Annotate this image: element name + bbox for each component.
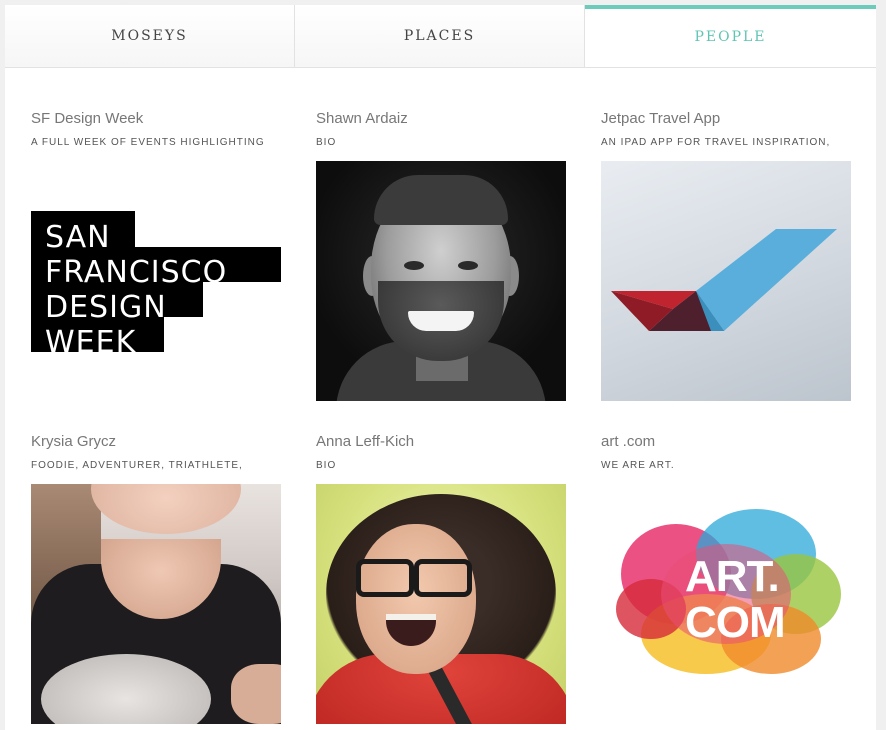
portrait-photo xyxy=(316,484,566,724)
card-subtitle: WE ARE ART. xyxy=(601,460,675,471)
card-title: art .com xyxy=(601,433,656,450)
card-subtitle: BIO xyxy=(316,460,337,471)
app-frame: MOSEYS PLACES PEOPLE SF Design Week A FU… xyxy=(5,5,876,730)
tab-moseys[interactable]: MOSEYS xyxy=(5,5,295,67)
card-title: Anna Leff-Kich xyxy=(316,433,415,450)
card-title: SF Design Week xyxy=(31,110,144,127)
artcom-logo: ART. COM xyxy=(601,484,851,724)
card-shawn-ardaiz[interactable]: Shawn Ardaiz BIO xyxy=(316,109,566,401)
tab-people[interactable]: PEOPLE xyxy=(585,5,876,67)
tab-places[interactable]: PLACES xyxy=(295,5,585,67)
card-title: Krysia Grycz xyxy=(31,433,117,450)
card-anna-leff-kich[interactable]: Anna Leff-Kich BIO xyxy=(316,432,566,724)
tab-bar: MOSEYS PLACES PEOPLE xyxy=(5,5,876,68)
jetpac-logo xyxy=(601,161,851,401)
card-subtitle: A FULL WEEK OF EVENTS HIGHLIGHTING xyxy=(31,137,265,148)
card-subtitle: BIO xyxy=(316,137,337,148)
portrait-photo xyxy=(31,484,281,724)
card-krysia-grycz[interactable]: Krysia Grycz FOODIE, ADVENTURER, TRIATHL… xyxy=(31,432,281,724)
card-jetpac-travel-app[interactable]: Jetpac Travel App AN IPAD APP FOR TRAVEL… xyxy=(601,109,851,401)
card-artcom[interactable]: art .com WE ARE ART. ART. COM xyxy=(601,432,851,724)
card-sf-design-week[interactable]: SF Design Week A FULL WEEK OF EVENTS HIG… xyxy=(31,109,281,401)
card-subtitle: AN IPAD APP FOR TRAVEL INSPIRATION, xyxy=(601,137,831,148)
card-subtitle: FOODIE, ADVENTURER, TRIATHLETE, xyxy=(31,460,243,471)
card-title: Shawn Ardaiz xyxy=(316,110,408,127)
portrait-photo xyxy=(316,161,566,401)
card-title: Jetpac Travel App xyxy=(601,110,721,127)
sf-design-week-logo: SAN FRANCISCO DESIGN WEEK xyxy=(31,161,281,401)
